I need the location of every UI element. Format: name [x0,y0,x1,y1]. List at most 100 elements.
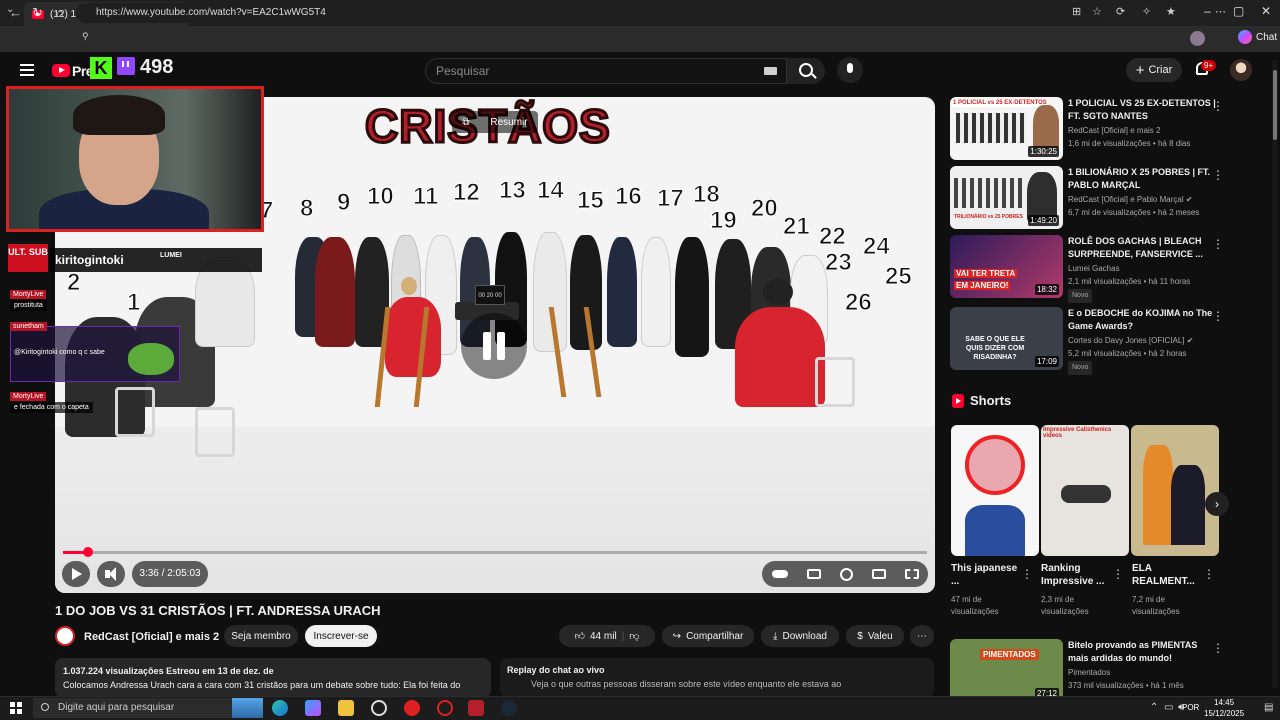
short-more-icon[interactable]: ⋮ [1021,567,1033,581]
join-button[interactable]: Seja membro [224,625,298,647]
autoplay-toggle-icon[interactable] [771,570,788,578]
seat-number: 1 [126,289,141,317]
like-thumb-icon[interactable]: 👍︎ [575,630,585,642]
time-current: 3:36 [139,568,159,579]
channel-name[interactable]: RedCast [Oficial] e mais 2 [84,631,219,643]
recommendation-item[interactable]: VAI TER TRETA EM JANEIRO! 18:32 ROLÊ DOS… [950,235,1270,303]
download-button[interactable]: ⤓ Download [761,625,839,647]
rec-meta: 1,6 mi de visualizações • há 8 dias [1068,139,1191,148]
subscribe-button[interactable]: Inscrever-se [305,625,377,647]
create-button[interactable]: + Criar [1126,58,1182,82]
steam-icon[interactable] [501,700,517,716]
participant-red-shirt [735,307,825,407]
windows-start-icon[interactable] [10,702,22,714]
recommendation-item[interactable]: 1 POLICIAL vs 25 EX-DETENTOS 1:30:25 1 P… [950,97,1270,163]
app-install-icon[interactable]: ⊞ [1072,5,1081,18]
fullscreen-icon[interactable] [904,569,919,579]
edge-browser-icon[interactable] [272,700,288,716]
short-title[interactable]: This japanese ... [951,562,1021,588]
opera-icon[interactable] [437,700,453,716]
progress-scrubber-handle[interactable] [83,547,93,557]
network-icon[interactable]: ▭ [1164,702,1173,713]
extensions-icon[interactable]: ✧ [1142,5,1151,18]
address-bar[interactable]: https://www.youtube.com/watch?v=EA2C1wWG… [76,3,1108,23]
favorite-star-icon[interactable]: ☆ [1092,5,1102,18]
rec-more-icon[interactable]: ⋮ [1212,237,1224,251]
profile-avatar[interactable] [1190,31,1205,46]
description-box[interactable]: 1.037.224 visualizações Estreou em 13 de… [55,658,491,698]
shorts-next-arrow-icon[interactable]: › [1205,492,1229,516]
youtube-logo-icon[interactable] [52,64,70,77]
more-actions-button[interactable]: ⋯ [910,625,934,647]
like-count[interactable]: 44 mil [590,631,617,642]
short-more-icon[interactable]: ⋮ [1203,567,1215,581]
thumbnail[interactable]: 1 POLICIAL vs 25 EX-DETENTOS 1:30:25 [950,97,1063,160]
pause-overlay-icon[interactable] [461,313,527,379]
back-arrow-icon[interactable]: ← [9,5,22,20]
copilot-app-icon[interactable] [305,700,321,716]
seat-number: 18 [693,181,721,209]
volume-icon[interactable] [97,561,125,587]
recommendation-item[interactable]: TRILIONÁRIO vs 25 POBRES 1:49:20 1 BILIO… [950,166,1270,232]
copilot-chat-button[interactable]: Chat [1238,30,1277,44]
plastic-chair [115,387,155,437]
site-info-icon[interactable]: ⚲ [82,31,89,42]
resume-button[interactable]: ⧉ Resumir [452,111,538,133]
short-title[interactable]: ELA REALMENT... [1132,562,1202,588]
recommendation-item[interactable]: SABE O QUE ELE QUIS DIZER COM RISADINHA?… [950,307,1270,375]
youtube-music-icon[interactable] [404,700,420,716]
obs-icon[interactable] [371,700,387,716]
search-input[interactable]: Pesquisar [425,58,787,84]
taskbar-clock[interactable]: 14:45 15/12/2025 [1204,697,1244,719]
thumbnail[interactable]: SABE O QUE ELE QUIS DIZER COM RISADINHA?… [950,307,1063,370]
home-icon[interactable]: ⌂ [56,5,64,20]
close-window-button[interactable]: ✕ [1261,4,1271,18]
refresh-ext-icon[interactable]: ⟳ [1116,5,1125,18]
short-thumbnail[interactable] [1131,425,1219,556]
short-title[interactable]: Ranking Impressive ... [1041,562,1111,588]
miniplayer-icon[interactable] [871,569,886,579]
short-thumbnail[interactable] [951,425,1039,556]
dislike-thumb-icon[interactable]: 👎︎ [629,630,639,642]
notification-center-icon[interactable]: ▤ [1264,702,1273,713]
progress-bar-track[interactable] [63,551,927,554]
kick-logo-icon: K [90,57,112,79]
chat-replay-panel[interactable]: Replay do chat ao vivo Veja o que outras… [500,658,934,698]
share-button[interactable]: ↪ Compartilhar [662,625,754,647]
streamer-webcam-overlay [6,86,264,232]
more-menu-icon[interactable]: ⋯ [1215,5,1226,18]
subtitles-icon[interactable] [806,569,821,579]
input-language[interactable]: POR [1182,703,1199,712]
thumbnail[interactable]: VAI TER TRETA EM JANEIRO! 18:32 [950,235,1063,298]
thumbnail[interactable]: PIMENTADOS 27:12 [950,639,1063,696]
rec-more-icon[interactable]: ⋮ [1212,309,1224,323]
file-explorer-icon[interactable] [338,700,354,716]
rec-more-icon[interactable]: ⋮ [1212,641,1224,655]
maximize-button[interactable]: ▢ [1233,4,1244,18]
rec-title: 1 POLICIAL VS 25 EX-DETENTOS | FT. SGTO … [1068,98,1216,121]
thumbnail[interactable]: TRILIONÁRIO vs 25 POBRES 1:49:20 [950,166,1063,229]
play-button[interactable] [62,561,90,587]
tray-chevron-icon[interactable]: ⌃ [1150,702,1158,713]
thanks-button[interactable]: $ Valeu [846,625,904,647]
settings-gear-icon[interactable] [839,567,853,581]
scrollbar-thumb[interactable] [1273,70,1277,140]
page-scrollbar[interactable] [1272,60,1278,688]
favorites-icon[interactable]: ★ [1166,5,1176,18]
channel-avatar[interactable] [55,626,75,646]
seat-number: 12 [453,179,481,207]
rec-more-icon[interactable]: ⋮ [1212,99,1224,113]
reload-icon[interactable]: ↻ [32,5,43,21]
recommendation-item[interactable]: PIMENTADOS 27:12 Bitelo provando as PIME… [950,639,1270,696]
rec-more-icon[interactable]: ⋮ [1212,168,1224,182]
menu-hamburger-icon[interactable] [20,64,34,79]
stream-app-icon[interactable] [468,700,484,716]
minimize-button[interactable]: – [1204,4,1211,18]
voice-search-mic-icon[interactable] [837,57,863,83]
search-button[interactable] [787,58,825,84]
short-more-icon[interactable]: ⋮ [1112,567,1124,581]
keyboard-icon[interactable] [764,67,777,75]
short-thumbnail[interactable]: Impressive Calisthenics videos [1041,425,1129,556]
taskbar-search-input[interactable]: Digite aqui para pesquisar [33,698,263,718]
account-avatar[interactable] [1230,59,1252,81]
